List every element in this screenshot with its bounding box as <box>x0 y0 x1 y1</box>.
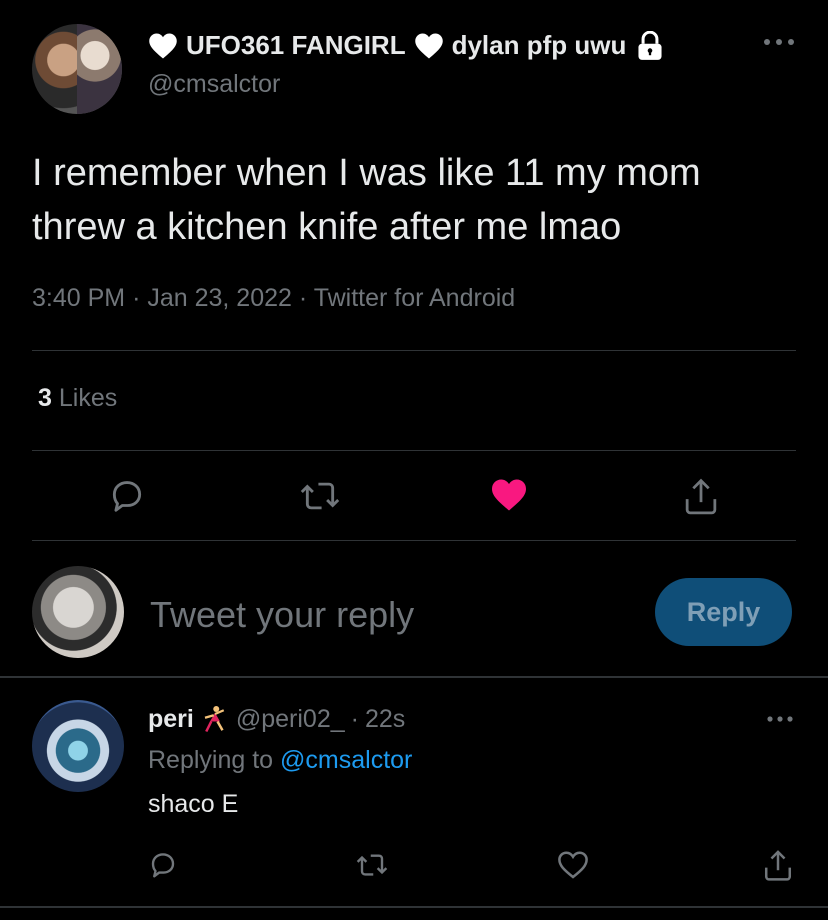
tweet-meta: 3:40 PM · Jan 23, 2022 · Twitter for And… <box>32 284 515 313</box>
divider <box>32 540 796 541</box>
reply-button[interactable]: Reply <box>655 578 792 646</box>
likes-count[interactable]: 3 Likes <box>38 384 117 413</box>
tweet-source[interactable]: Twitter for Android <box>314 284 515 312</box>
author-display-name[interactable]: UFO361 FANGIRL dylan pfp uwu <box>148 30 664 61</box>
divider <box>32 350 796 351</box>
retweet-icon[interactable] <box>299 477 341 515</box>
reply-text: shaco E <box>148 790 239 818</box>
meta-separator: · <box>298 284 308 312</box>
tweet-time[interactable]: 3:40 PM <box>32 284 125 312</box>
replying-to: Replying to @cmsalctor <box>148 746 412 775</box>
white-heart-icon <box>414 33 443 58</box>
heart-icon[interactable] <box>557 850 589 880</box>
comment-bubble-icon[interactable] <box>148 850 178 880</box>
reply-header: peri @peri02_ · 22s <box>148 704 405 734</box>
tweet-detail-page: UFO361 FANGIRL dylan pfp uwu @cmsalctor … <box>0 0 828 920</box>
dancer-emoji-icon <box>204 706 225 733</box>
more-dots-icon[interactable] <box>766 714 794 724</box>
author-name-part1: UFO361 FANGIRL <box>186 30 406 60</box>
share-icon[interactable] <box>762 848 794 882</box>
author-handle[interactable]: @cmsalctor <box>148 70 280 99</box>
reply-time[interactable]: 22s <box>365 705 405 734</box>
retweet-icon[interactable] <box>355 850 389 880</box>
author-name-part2: dylan pfp uwu <box>451 30 627 60</box>
lock-icon <box>638 30 662 60</box>
replying-mention[interactable]: @cmsalctor <box>280 746 412 774</box>
comment-bubble-icon[interactable] <box>108 477 146 515</box>
reply-author-avatar[interactable] <box>32 700 124 792</box>
replying-prefix: Replying to <box>148 746 274 774</box>
current-user-avatar[interactable] <box>32 566 124 658</box>
likes-number: 3 <box>38 384 52 412</box>
reply-input[interactable]: Tweet your reply <box>150 594 414 636</box>
divider <box>0 906 828 908</box>
author-avatar[interactable] <box>32 24 122 114</box>
reply-separator: · <box>350 704 359 733</box>
share-icon[interactable] <box>682 476 720 516</box>
white-heart-icon <box>149 33 177 58</box>
meta-separator: · <box>132 284 141 312</box>
reply-author-name[interactable]: peri <box>148 705 194 734</box>
more-dots-icon[interactable] <box>762 36 796 48</box>
likes-label: Likes <box>58 384 118 412</box>
tweet-date[interactable]: Jan 23, 2022 <box>147 284 292 312</box>
tweet-text: I remember when I was like 11 my mom thr… <box>32 152 701 248</box>
reply-author-handle[interactable]: @peri02_ <box>236 705 345 734</box>
divider <box>32 450 796 451</box>
heart-icon[interactable] <box>490 478 528 512</box>
divider <box>0 676 828 678</box>
